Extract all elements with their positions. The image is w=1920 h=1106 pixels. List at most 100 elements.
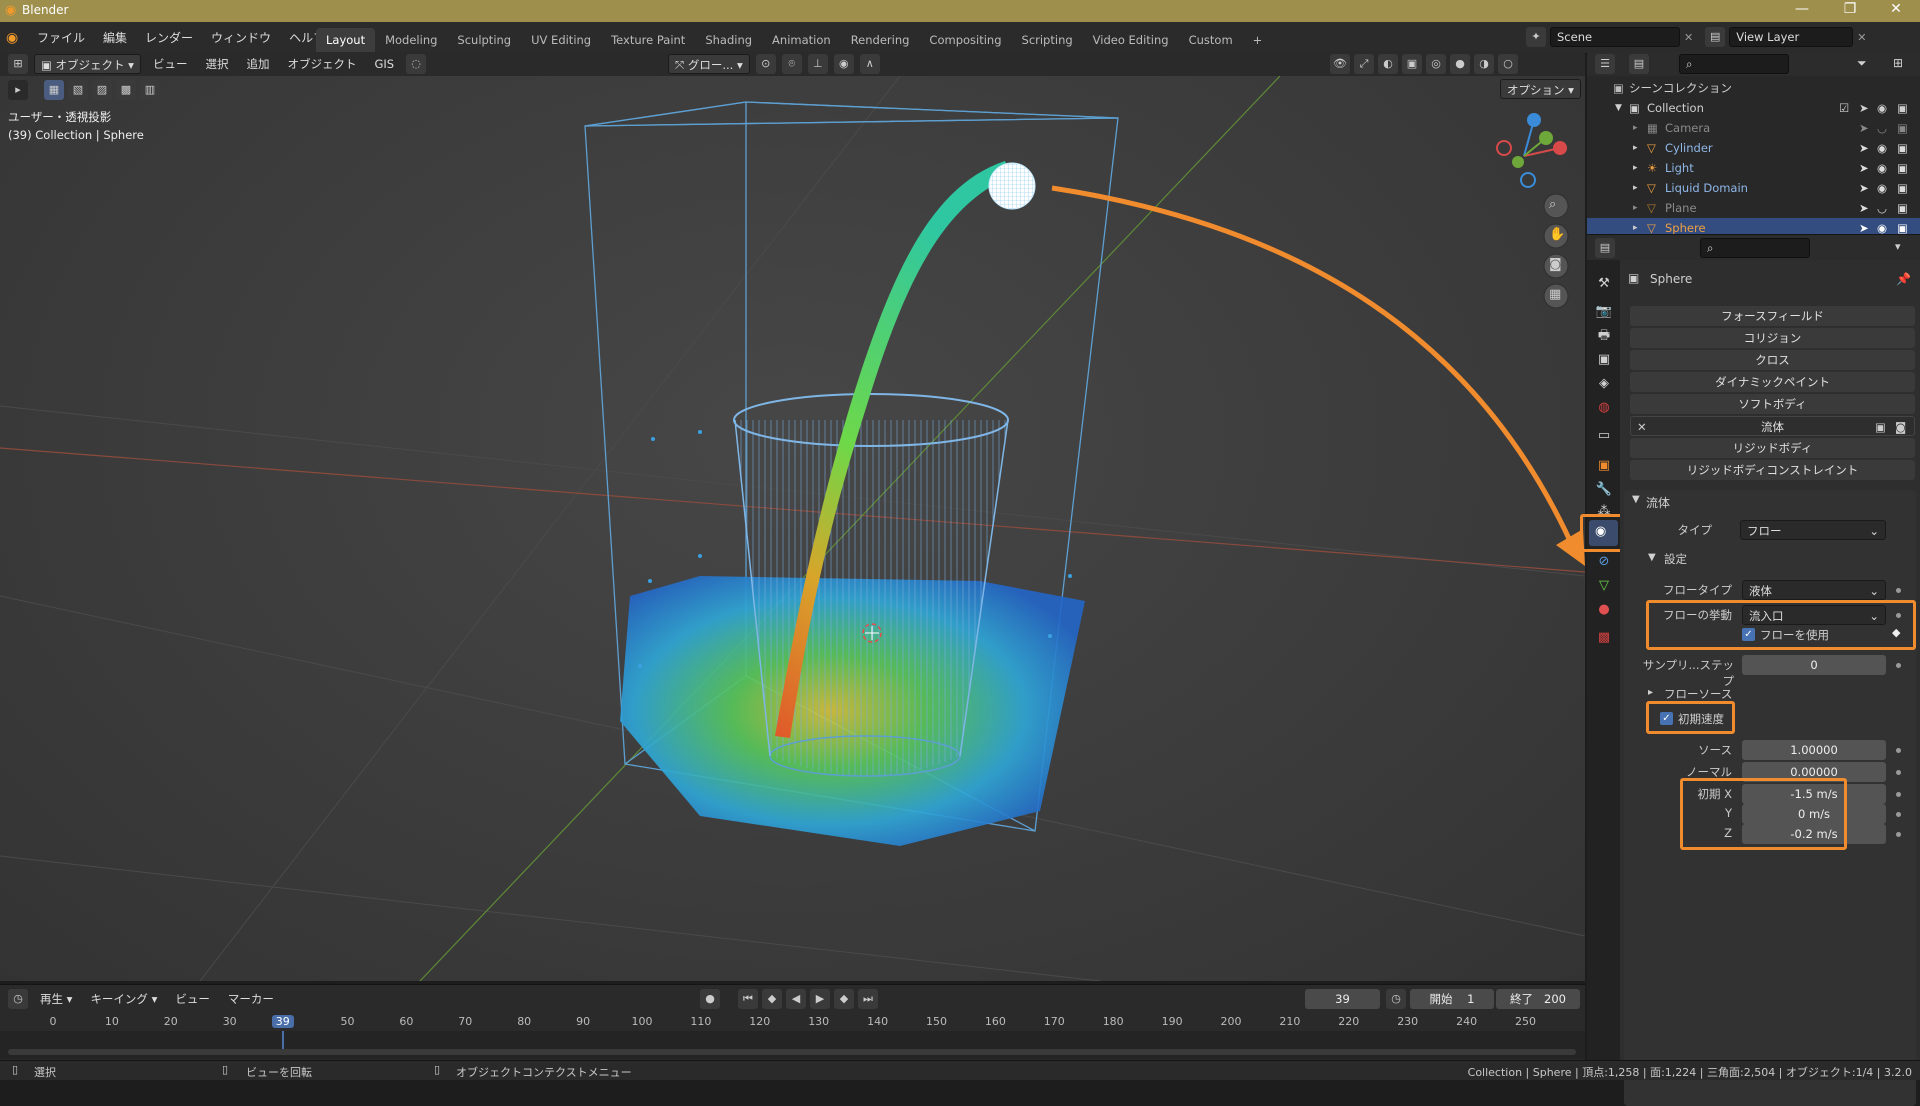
tab-custom[interactable]: Custom (1179, 28, 1243, 52)
sphere-emitter[interactable] (988, 162, 1036, 210)
menu-file[interactable]: ファイル (28, 27, 94, 49)
playback-menu[interactable]: 再生 ▾ (34, 989, 78, 1009)
jump-end-icon[interactable]: ⏭ (858, 989, 878, 1009)
expand-arrow-icon[interactable]: ▸ (1633, 138, 1638, 158)
current-frame-field[interactable]: 39 (1305, 989, 1380, 1009)
camera-view-icon[interactable]: ◙ (1549, 257, 1562, 272)
select-arrow-icon[interactable]: ➤ (1859, 98, 1869, 118)
jump-start-icon[interactable]: ⏮ (738, 989, 758, 1009)
grid-view-icon[interactable]: ▦ (1549, 287, 1561, 302)
tab-scripting[interactable]: Scripting (1012, 28, 1083, 52)
3d-viewport[interactable]: ▸ ▦ ▧ ▨ ▩ ▥ オプション ▾ ユーザー・透視投影 (39) Colle… (0, 76, 1585, 981)
outliner-row-collection[interactable]: ▼ ▣ Collection ☑ ➤ ◉ ▣ (1587, 98, 1920, 118)
subframes-field[interactable]: 0 (1742, 655, 1886, 675)
keyframe-dot-icon[interactable] (1896, 588, 1901, 593)
eye-icon[interactable]: ◉ (1877, 98, 1887, 118)
outliner-row-camera[interactable]: ▸ ▦ Camera ➤ ◡ ▣ (1587, 118, 1920, 138)
collection-tab-icon[interactable]: ▭ (1594, 426, 1614, 446)
keyframe-dot-icon[interactable] (1896, 748, 1901, 753)
tab-sculpting[interactable]: Sculpting (447, 28, 521, 52)
render-tab-icon[interactable]: 📷 (1594, 302, 1614, 322)
tab-modeling[interactable]: Modeling (375, 28, 447, 52)
wireframe-shading-icon[interactable]: ◎ (1426, 54, 1446, 74)
object-tab-icon[interactable]: ▣ (1594, 456, 1614, 476)
remove-fluid-icon[interactable]: ✕ (1637, 417, 1647, 437)
falloff-icon[interactable]: ∧ (859, 54, 880, 74)
end-frame-field[interactable]: 終了 200 (1496, 989, 1580, 1009)
play-icon[interactable]: ▶ (810, 989, 830, 1009)
display-mode-icon[interactable]: ▤ (1629, 54, 1649, 74)
zoom-icon[interactable]: ⌕ (1549, 197, 1556, 212)
source-field[interactable]: 1.00000 (1742, 740, 1886, 760)
visibility-icon[interactable]: 👁 (1330, 54, 1350, 74)
select-arrow-icon[interactable]: ➤ (1859, 178, 1869, 198)
flow-source-subpanel-title[interactable]: フローソース (1664, 686, 1732, 702)
material-tab-icon[interactable]: ● (1594, 600, 1614, 620)
snap-icon[interactable]: ⌾ (781, 54, 802, 74)
auto-keying-icon[interactable]: ● (700, 989, 720, 1009)
gis-dropdown-icon[interactable]: ◌ (406, 54, 427, 74)
scene-close-icon[interactable]: ✕ (1684, 31, 1693, 44)
preview-range-icon[interactable]: ◷ (1386, 989, 1406, 1009)
data-tab-icon[interactable]: ▽ (1594, 576, 1614, 596)
expand-arrow-icon[interactable]: ▸ (1633, 198, 1638, 218)
pivot-icon[interactable]: ⊙ (755, 54, 776, 74)
constraints-tab-icon[interactable]: ⊘ (1594, 552, 1614, 572)
tab-uv-editing[interactable]: UV Editing (521, 28, 601, 52)
start-frame-field[interactable]: 開始 1 (1410, 989, 1494, 1009)
soft-body-button[interactable]: ソフトボディ (1630, 394, 1915, 414)
outliner-editor-icon[interactable]: ☰ (1595, 54, 1615, 74)
filter-icon[interactable]: ⏷ (1857, 56, 1867, 71)
close-window-button[interactable]: ✕ (1876, 1, 1916, 17)
camera-render-icon[interactable]: ▣ (1897, 98, 1908, 118)
view-layer-tab-icon[interactable]: ▣ (1594, 350, 1614, 370)
output-tab-icon[interactable]: 🖶 (1594, 326, 1614, 346)
tool-tab-icon[interactable]: ⚒ (1594, 274, 1614, 294)
menu-window[interactable]: ウィンドウ (202, 27, 280, 49)
menu-select[interactable]: 選択 (199, 54, 234, 74)
expand-arrow-icon[interactable]: ▼ (1615, 98, 1622, 118)
viewport-toggle-icon[interactable]: ▣ (1875, 417, 1886, 437)
tab-shading[interactable]: Shading (695, 28, 762, 52)
material-shading-icon[interactable]: ◑ (1474, 54, 1494, 74)
menu-object[interactable]: オブジェクト (281, 54, 362, 74)
navigation-gizmo[interactable] (1496, 113, 1567, 188)
keyframe-dot-icon[interactable] (1896, 832, 1901, 837)
camera-render-icon[interactable]: ▣ (1897, 118, 1908, 138)
tab-video-editing[interactable]: Video Editing (1083, 28, 1179, 52)
texture-tab-icon[interactable]: ▩ (1594, 628, 1614, 648)
tab-compositing[interactable]: Compositing (919, 28, 1011, 52)
scene-field[interactable]: Scene (1550, 27, 1680, 47)
rigid-body-button[interactable]: リジッドボディ (1630, 438, 1915, 458)
tab-layout[interactable]: Layout (316, 28, 376, 52)
blender-menu-icon[interactable]: ◉ (6, 30, 28, 46)
outliner-row-cylinder[interactable]: ▸ ▽ Cylinder ➤ ◉ ▣ (1587, 138, 1920, 158)
camera-render-icon[interactable]: ▣ (1897, 198, 1908, 218)
flow-type-select[interactable]: 液体 ⌄ (1742, 580, 1886, 600)
fluid-panel-header[interactable]: ▼ 流体 (1624, 492, 1916, 512)
timeline-view-menu[interactable]: ビュー (169, 989, 216, 1009)
outliner-row-liquid-domain[interactable]: ▸ ▽ Liquid Domain ➤ ◉ ▣ (1587, 178, 1920, 198)
xray-icon[interactable]: ▣ (1402, 54, 1422, 74)
menu-add[interactable]: 追加 (240, 54, 275, 74)
expand-arrow-icon[interactable]: ▸ (1633, 178, 1638, 198)
playhead-line[interactable] (281, 1031, 284, 1049)
play-reverse-icon[interactable]: ◀ (786, 989, 806, 1009)
solid-shading-icon[interactable]: ● (1450, 54, 1470, 74)
outliner-row-scene-collection[interactable]: ▣ シーンコレクション (1587, 78, 1920, 98)
menu-edit[interactable]: 編集 (94, 27, 136, 49)
checkbox-icon[interactable]: ☑ (1839, 98, 1849, 118)
editor-type-icon[interactable]: ⊞ (8, 54, 28, 74)
type-select[interactable]: フロー ⌄ (1740, 520, 1886, 540)
expand-arrow-icon[interactable]: ▸ (1633, 158, 1638, 178)
timeline-editor-icon[interactable]: ◷ (8, 989, 28, 1009)
timeline-track[interactable]: 0 10 20 30 39 50 60 70 80 90 100 110 120 130 140 150 160… (0, 1013, 1585, 1059)
select-arrow-icon[interactable]: ➤ (1859, 198, 1869, 218)
world-tab-icon[interactable]: ◍ (1594, 398, 1614, 418)
properties-search-input[interactable]: ⌕ (1700, 238, 1810, 258)
new-collection-icon[interactable]: ⊞ (1893, 56, 1903, 70)
proportional-edit-icon[interactable]: ◉ (833, 54, 854, 74)
render-toggle-icon[interactable]: ◙ (1895, 417, 1906, 437)
eye-closed-icon[interactable]: ◡ (1877, 118, 1887, 138)
rigid-body-constraint-button[interactable]: リジッドボディコンストレイント (1630, 460, 1915, 480)
